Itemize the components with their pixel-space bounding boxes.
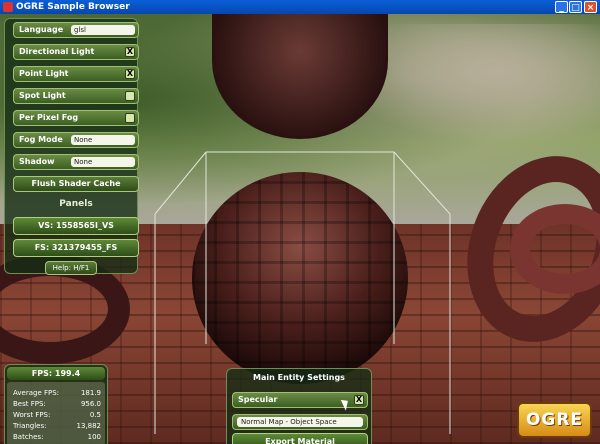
stat-value: 0.5	[89, 411, 101, 419]
minimize-button[interactable]: _	[555, 1, 568, 13]
app-window: OGRE Sample Browser _ □ × Language glsl …	[0, 0, 600, 444]
stat-row: Average FPS: 181.9	[13, 388, 105, 398]
language-menu[interactable]: Language glsl	[13, 22, 139, 38]
specular-label: Specular	[238, 395, 278, 404]
mapping-menu[interactable]: Normal Map - Object Space	[232, 414, 368, 430]
shadow-value[interactable]: None	[71, 157, 135, 167]
fragment-shader-button[interactable]: FS: 321379455_FS	[13, 239, 139, 257]
panels-header: Panels	[59, 199, 93, 209]
spot-light-label: Spot Light	[19, 91, 66, 100]
per-pixel-fog-check[interactable]	[125, 113, 135, 123]
spot-light-check[interactable]	[125, 91, 135, 101]
per-pixel-fog-checkbox[interactable]: Per Pixel Fog	[13, 110, 139, 126]
fps-header: FPS: 199.4	[7, 367, 105, 380]
maximize-button[interactable]: □	[569, 1, 582, 13]
mapping-value[interactable]: Normal Map - Object Space	[237, 417, 363, 427]
ogre-logo: OGRE	[517, 402, 592, 438]
point-light-checkbox[interactable]: Point Light X	[13, 66, 139, 82]
sphere-main-entity	[192, 172, 408, 384]
window-title: OGRE Sample Browser	[16, 2, 130, 12]
stats-body: Average FPS: 181.9 Best FPS: 956.0 Worst F…	[7, 382, 105, 444]
directional-light-checkbox[interactable]: Directional Light X	[13, 44, 139, 60]
stat-label: Worst FPS:	[13, 411, 51, 419]
vertex-shader-button[interactable]: VS: 1558565I_VS	[13, 217, 139, 235]
stat-value: 181.9	[80, 389, 101, 397]
stat-label: Best FPS:	[13, 400, 46, 408]
per-pixel-fog-label: Per Pixel Fog	[19, 113, 79, 122]
fog-mode-menu[interactable]: Fog Mode None	[13, 132, 139, 148]
title-bar: OGRE Sample Browser _ □ ×	[0, 0, 600, 14]
shadow-label: Shadow	[19, 157, 55, 166]
spot-light-checkbox[interactable]: Spot Light	[13, 88, 139, 104]
stat-value: 13,882	[76, 422, 102, 430]
point-light-check[interactable]: X	[125, 69, 135, 79]
flush-shader-cache-button[interactable]: Flush Shader Cache	[13, 176, 139, 192]
directional-light-check[interactable]: X	[125, 47, 135, 57]
language-label: Language	[19, 25, 64, 34]
fog-mode-value[interactable]: None	[71, 135, 135, 145]
stat-value: 956.0	[80, 400, 101, 408]
close-button[interactable]: ×	[584, 1, 597, 13]
render-viewport[interactable]: Language glsl Directional Light X Point …	[0, 14, 600, 444]
stat-value: 100	[87, 433, 101, 441]
stat-row: Best FPS: 956.0	[13, 399, 105, 409]
stats-panel: FPS: 199.4 Average FPS: 181.9 Best FPS: 95…	[4, 364, 108, 444]
help-button[interactable]: Help: H/F1	[45, 261, 97, 275]
fog-mode-label: Fog Mode	[19, 135, 63, 144]
specular-check[interactable]: X	[354, 395, 364, 405]
stat-row: Triangles: 13,882	[13, 421, 105, 431]
stat-row: Batches: 100	[13, 432, 105, 442]
language-value[interactable]: glsl	[71, 25, 135, 35]
point-light-label: Point Light	[19, 69, 69, 78]
app-icon	[3, 2, 13, 12]
shadow-menu[interactable]: Shadow None	[13, 154, 139, 170]
entity-panel-header: Main Entity Settings	[253, 373, 345, 382]
directional-light-label: Directional Light	[19, 47, 95, 56]
stat-label: Average FPS:	[13, 389, 60, 397]
options-panel: Language glsl Directional Light X Point …	[4, 18, 139, 274]
stat-label: Triangles:	[13, 422, 47, 430]
stat-label: Batches:	[13, 433, 44, 441]
stat-row: Worst FPS: 0.5	[13, 410, 105, 420]
export-material-button[interactable]: Export Material	[232, 433, 368, 444]
